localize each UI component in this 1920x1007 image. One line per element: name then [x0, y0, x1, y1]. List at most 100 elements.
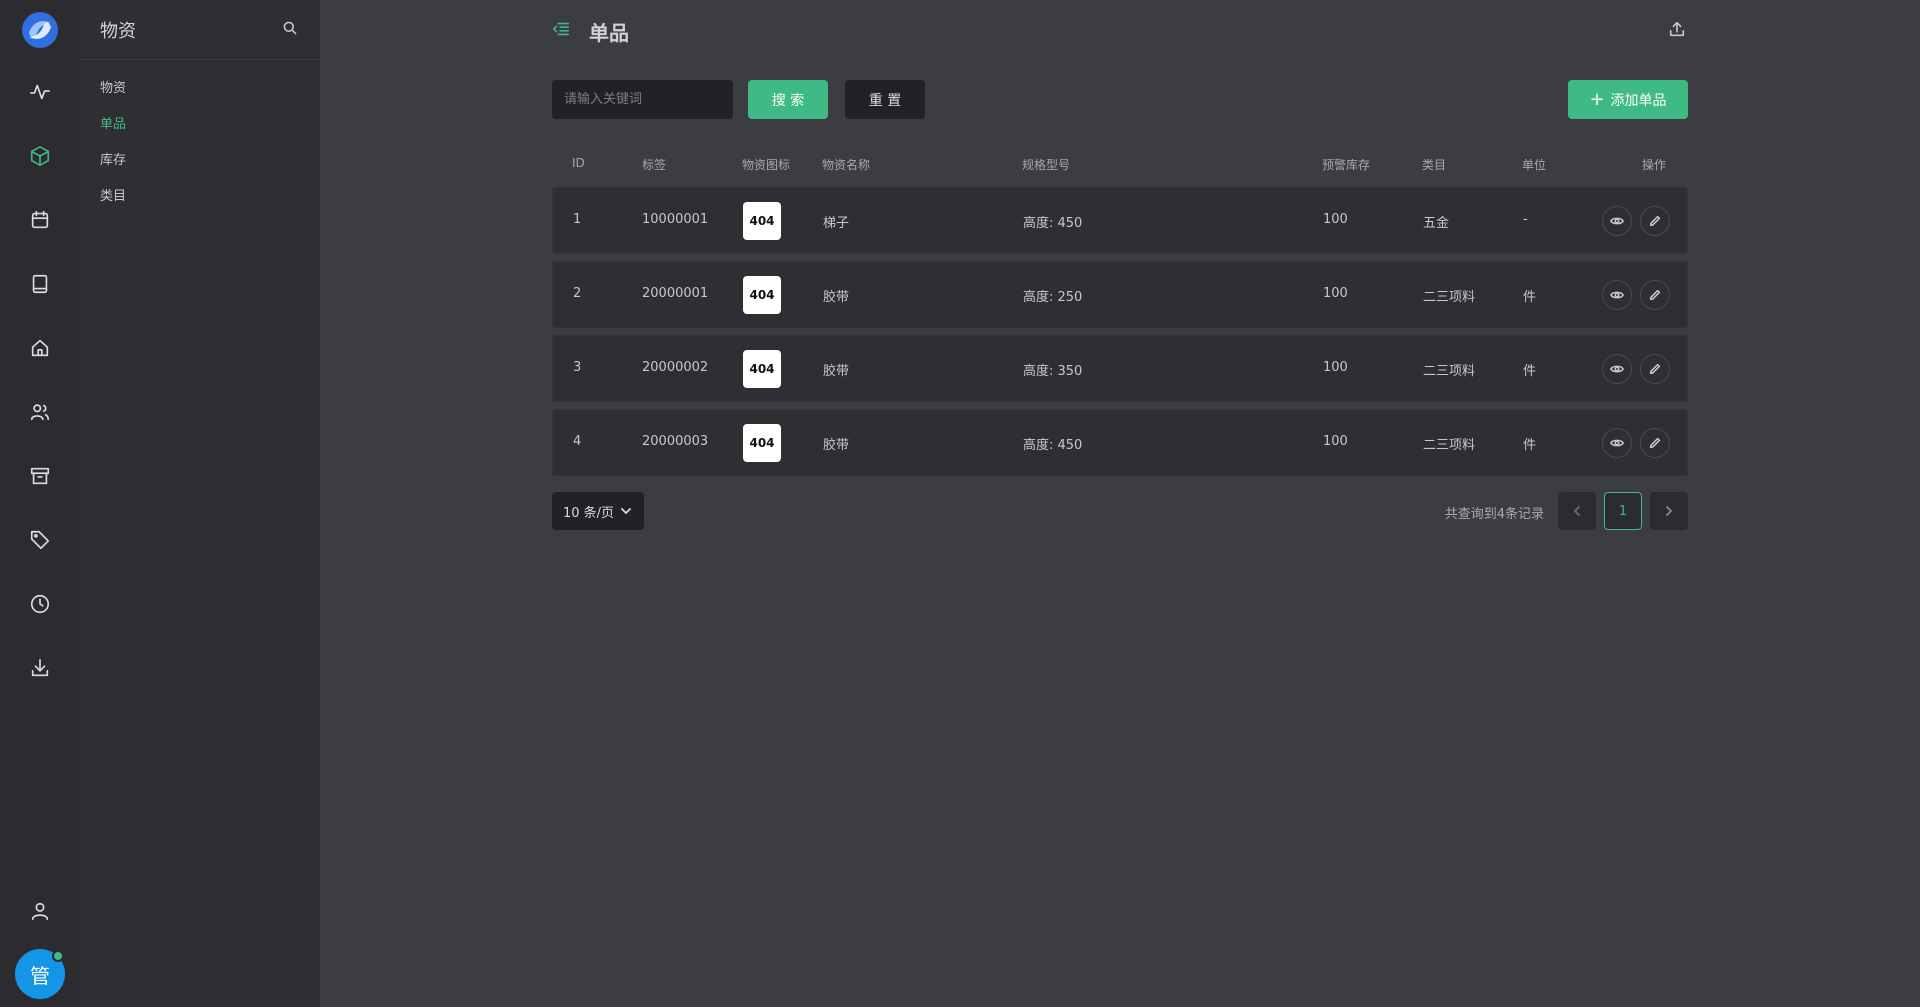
book-icon[interactable] [26, 270, 54, 298]
page-size-select[interactable]: 10 条/页 [552, 492, 644, 530]
sidebar-header: 物资 [80, 0, 320, 60]
cell-spec: 高度: 350 [1023, 364, 1083, 379]
app-logo-icon[interactable] [21, 11, 59, 49]
table-row[interactable]: 4 20000003 404 胶带 高度: 450 100 二三项料 件 [552, 409, 1688, 476]
download-icon[interactable] [26, 654, 54, 682]
col-unit: 单位 [1522, 158, 1547, 172]
sidebar-item-items[interactable]: 单品 [80, 107, 320, 143]
cell-name: 胶带 [823, 364, 850, 379]
cell-category: 二三项料 [1423, 364, 1476, 379]
activity-icon[interactable] [26, 78, 54, 106]
calendar-icon[interactable] [26, 206, 54, 234]
cell-warn: 100 [1323, 212, 1348, 227]
page-size-label: 10 条/页 [563, 505, 615, 521]
plus-icon: + [1589, 88, 1605, 110]
archive-icon[interactable] [26, 462, 54, 490]
export-icon[interactable] [1668, 20, 1688, 40]
user-icon[interactable] [26, 897, 54, 925]
sidebar-item-categories[interactable]: 类目 [80, 179, 320, 215]
table-body: 1 10000001 404 梯子 高度: 450 100 五金 - 2 200… [552, 187, 1688, 476]
sidebar-item-materials[interactable]: 物资 [80, 71, 320, 107]
view-button[interactable] [1602, 206, 1632, 236]
eye-icon [1610, 439, 1624, 447]
sidebar-title: 物资 [100, 20, 136, 42]
avatar[interactable]: 管 [15, 949, 65, 999]
cell-spec: 高度: 450 [1023, 438, 1083, 453]
cell-name: 梯子 [823, 216, 850, 231]
cell-name: 胶带 [823, 290, 850, 305]
edit-button[interactable] [1640, 206, 1670, 236]
cell-id: 3 [573, 360, 582, 375]
col-category: 类目 [1422, 158, 1447, 172]
cell-spec: 高度: 450 [1023, 216, 1083, 231]
eye-icon [1610, 217, 1624, 225]
item-thumbnail[interactable]: 404 [743, 276, 781, 314]
col-name: 物资名称 [822, 158, 871, 172]
cell-category: 二三项料 [1423, 290, 1476, 305]
cell-tag: 10000001 [642, 212, 709, 227]
page-number-button[interactable]: 1 [1604, 492, 1642, 530]
box-icon[interactable] [26, 142, 54, 170]
total-records: 共查询到4条记录 [1444, 507, 1544, 522]
view-button[interactable] [1602, 280, 1632, 310]
reset-button[interactable]: 重 置 [845, 80, 925, 119]
menu-collapse-icon[interactable] [552, 20, 572, 40]
col-warn: 预警库存 [1322, 158, 1371, 172]
chevron-left-icon [1573, 506, 1580, 516]
cell-id: 1 [573, 212, 582, 227]
cell-category: 二三项料 [1423, 438, 1476, 453]
eye-icon [1610, 291, 1624, 299]
item-thumbnail[interactable]: 404 [743, 202, 781, 240]
cell-warn: 100 [1323, 434, 1348, 449]
item-thumbnail[interactable]: 404 [743, 424, 781, 462]
home-icon[interactable] [26, 334, 54, 362]
sidebar-menu: 物资 单品 库存 类目 [80, 60, 320, 215]
pencil-icon [1649, 289, 1661, 301]
pencil-icon [1649, 215, 1661, 227]
view-button[interactable] [1602, 354, 1632, 384]
cell-category: 五金 [1423, 216, 1450, 231]
table-row[interactable]: 2 20000001 404 胶带 高度: 250 100 二三项料 件 [552, 261, 1688, 328]
col-tag: 标签 [642, 158, 667, 172]
edit-button[interactable] [1640, 280, 1670, 310]
clock-icon[interactable] [26, 590, 54, 618]
cell-unit: 件 [1523, 290, 1537, 305]
cell-warn: 100 [1323, 286, 1348, 301]
cell-name: 胶带 [823, 438, 850, 453]
table-row[interactable]: 1 10000001 404 梯子 高度: 450 100 五金 - [552, 187, 1688, 254]
edit-button[interactable] [1640, 354, 1670, 384]
chevron-down-icon [620, 505, 632, 517]
col-id: ID [572, 156, 585, 170]
search-button[interactable]: 搜 索 [748, 80, 828, 119]
add-item-button[interactable]: + 添加单品 [1568, 80, 1688, 119]
col-ops: 操作 [1642, 158, 1667, 172]
search-icon[interactable] [282, 20, 302, 40]
cell-id: 2 [573, 286, 582, 301]
users-icon[interactable] [26, 398, 54, 426]
next-page-button[interactable] [1650, 492, 1688, 530]
filter-bar: 搜 索 重 置 + 添加单品 [552, 62, 1688, 122]
table-header: ID 标签 物资图标 物资名称 规格型号 预警库存 类目 单位 操作 [552, 142, 1688, 187]
add-item-label: 添加单品 [1610, 92, 1667, 109]
page-header: 单品 [552, 0, 1688, 62]
tag-icon[interactable] [26, 526, 54, 554]
cell-tag: 20000002 [642, 360, 709, 375]
cell-unit: 件 [1523, 438, 1537, 453]
icon-rail: 管 [0, 0, 80, 1007]
col-icon: 物资图标 [742, 158, 791, 172]
cell-spec: 高度: 250 [1023, 290, 1083, 305]
edit-button[interactable] [1640, 428, 1670, 458]
pencil-icon [1649, 363, 1661, 375]
search-input[interactable] [552, 80, 733, 119]
eye-icon [1610, 365, 1624, 373]
sidebar-item-inventory[interactable]: 库存 [80, 143, 320, 179]
view-button[interactable] [1602, 428, 1632, 458]
item-thumbnail[interactable]: 404 [743, 350, 781, 388]
cell-unit: - [1523, 212, 1528, 227]
prev-page-button[interactable] [1558, 492, 1596, 530]
table-row[interactable]: 3 20000002 404 胶带 高度: 350 100 二三项料 件 [552, 335, 1688, 402]
pagination: 10 条/页 共查询到4条记录 1 [552, 492, 1688, 552]
cell-unit: 件 [1523, 364, 1537, 379]
cell-tag: 20000001 [642, 286, 709, 301]
avatar-text: 管 [30, 963, 50, 988]
